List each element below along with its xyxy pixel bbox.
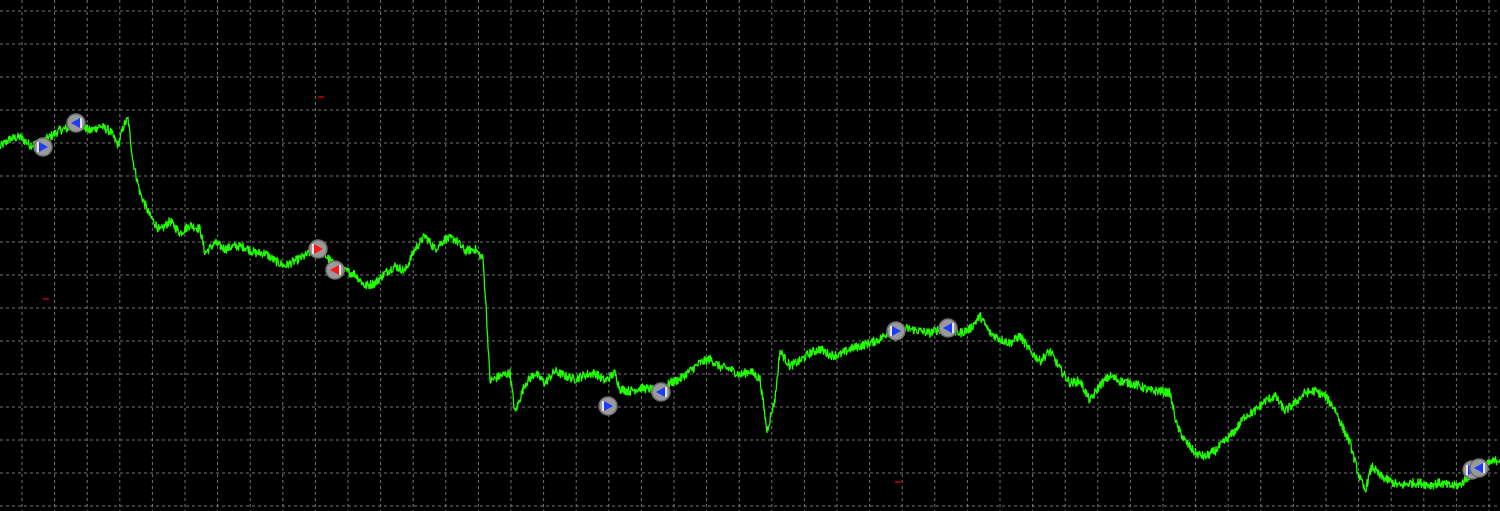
trade-markers bbox=[33, 113, 1489, 480]
price-line bbox=[0, 116, 1500, 493]
trade-marker bbox=[938, 318, 958, 338]
trade-marker bbox=[308, 239, 328, 259]
trade-marker bbox=[1469, 458, 1489, 478]
chart-svg bbox=[0, 0, 1500, 511]
trade-marker bbox=[66, 113, 86, 133]
series-layer bbox=[0, 116, 1500, 493]
trade-marker bbox=[651, 382, 671, 402]
grid bbox=[0, 0, 1500, 511]
trade-marker bbox=[325, 260, 345, 280]
trade-marker bbox=[33, 137, 53, 157]
trade-marker bbox=[886, 321, 906, 341]
trade-marker bbox=[598, 396, 618, 416]
price-chart bbox=[0, 0, 1500, 511]
